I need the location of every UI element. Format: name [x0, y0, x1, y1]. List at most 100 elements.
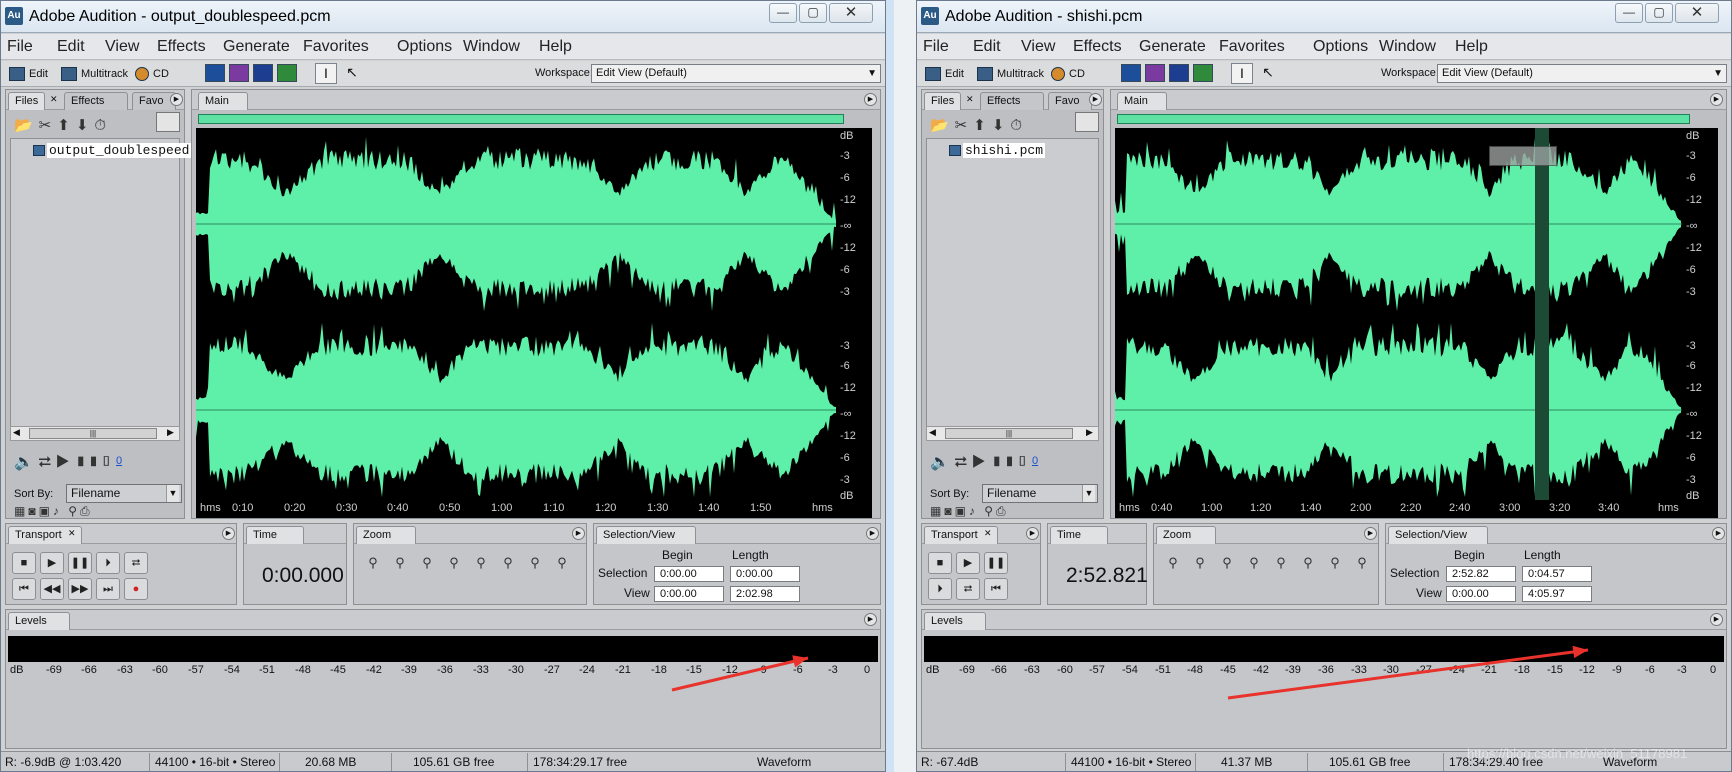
menu-effects[interactable]: Effects	[1073, 38, 1122, 56]
panel-menu-icon[interactable]: ▶	[864, 93, 877, 106]
menu-options[interactable]: Options	[1313, 38, 1368, 56]
panel-menu-icon[interactable]: ▶	[1364, 527, 1377, 540]
view-mode-2-icon[interactable]	[253, 64, 273, 82]
record-button[interactable]: ●	[124, 578, 148, 600]
tab-favorites[interactable]: Favo	[1048, 92, 1092, 110]
tab-levels[interactable]: Levels	[8, 612, 70, 630]
zoom-out-vertical-icon[interactable]: ⚲	[1351, 552, 1373, 574]
tab-zoom[interactable]: Zoom	[1156, 526, 1216, 544]
workspace-select[interactable]: Edit View (Default) ▼	[591, 64, 881, 83]
tab-effects[interactable]: Effects	[64, 92, 128, 110]
tab-main[interactable]: Main	[1117, 92, 1167, 110]
multitrack-button[interactable]: Multitrack	[977, 64, 1044, 84]
tab-effects[interactable]: Effects	[980, 92, 1044, 110]
menu-window[interactable]: Window	[463, 38, 520, 56]
files-tab-close-icon[interactable]: ✕	[966, 94, 974, 105]
view-begin-field[interactable]: 0:00.00	[1446, 586, 1516, 602]
menu-generate[interactable]: Generate	[223, 38, 290, 56]
panel-menu-icon[interactable]: ▶	[866, 527, 879, 540]
channel-left[interactable]	[1115, 136, 1682, 312]
play-button[interactable]: ▶	[956, 552, 980, 574]
tab-time[interactable]: Time	[1050, 526, 1108, 544]
file-playback-icons[interactable]: 🔈 ⮂ ▶ ▮▮▯	[930, 452, 1029, 472]
panel-menu-icon[interactable]: ▶	[864, 613, 877, 626]
zoom-full-icon[interactable]: ⚲	[416, 552, 438, 574]
view-mode-0-icon[interactable]	[1121, 64, 1141, 82]
tab-files[interactable]: Files	[924, 92, 962, 110]
selection-length-field[interactable]: 0:00.00	[730, 566, 800, 582]
tab-levels[interactable]: Levels	[924, 612, 986, 630]
file-item[interactable]: output_doublespeed.p	[47, 143, 208, 158]
waveform-channel[interactable]	[196, 136, 836, 312]
minimize-button[interactable]: —	[769, 3, 797, 23]
view-begin-field[interactable]: 0:00.00	[654, 586, 724, 602]
pause-button[interactable]: ❚❚	[68, 552, 92, 574]
menu-favorites[interactable]: Favorites	[1219, 38, 1285, 56]
zoom-in-vertical-icon[interactable]: ⚲	[524, 552, 546, 574]
filter-icon[interactable]	[156, 112, 180, 132]
view-mode-2-icon[interactable]	[1169, 64, 1189, 82]
tab-files[interactable]: Files	[8, 92, 46, 110]
tab-time[interactable]: Time	[246, 526, 304, 544]
panel-menu-icon[interactable]: ▶	[222, 527, 235, 540]
scroll-right-icon[interactable]: ▶	[1086, 427, 1093, 438]
waveform-channel[interactable]	[196, 322, 836, 498]
fast-forward-button[interactable]: ⏮	[984, 578, 1008, 600]
file-actions-icon[interactable]: 📂✂⬆⬇⏱	[14, 116, 112, 138]
scrollbar-thumb[interactable]: |||	[29, 428, 157, 439]
loop-button[interactable]: ⮂	[124, 552, 148, 574]
view-mode-3-icon[interactable]	[277, 64, 297, 82]
filter-icon[interactable]	[1075, 112, 1099, 132]
tab-selection-view[interactable]: Selection/View	[596, 526, 696, 544]
panel-menu-icon[interactable]: ▶	[1712, 527, 1725, 540]
channel-right[interactable]	[196, 322, 836, 498]
zoom-selection-icon[interactable]: ⚲	[443, 552, 465, 574]
view-length-field[interactable]: 4:05.97	[1522, 586, 1592, 602]
selection-highlight[interactable]	[1535, 128, 1549, 500]
scrollbar-thumb[interactable]: |||	[945, 428, 1073, 439]
scroll-right-icon[interactable]: ▶	[167, 427, 174, 438]
edit-view-button[interactable]: Edit	[9, 64, 48, 84]
zoom-in-icon[interactable]: ⚲	[1162, 552, 1184, 574]
cd-button[interactable]: CD	[135, 64, 169, 84]
file-filter-icons[interactable]: ▦◙▣♪ ⚲⎙	[14, 504, 93, 519]
panel-menu-icon[interactable]: ▶	[572, 527, 585, 540]
menu-file[interactable]: File	[923, 38, 949, 56]
cd-button[interactable]: CD	[1051, 64, 1085, 84]
sort-by-select[interactable]: Filename ▼	[982, 484, 1098, 503]
stop-button[interactable]: ■	[928, 552, 952, 574]
zoom-out-icon[interactable]: ⚲	[389, 552, 411, 574]
menu-help[interactable]: Help	[1455, 38, 1488, 56]
file-playback-icons[interactable]: 🔈 ⮂ ▶ ▮▮▯	[14, 452, 113, 472]
menu-window[interactable]: Window	[1379, 38, 1436, 56]
menu-view[interactable]: View	[1021, 38, 1055, 56]
tab-main[interactable]: Main	[198, 92, 248, 110]
close-button[interactable]: ✕	[1675, 3, 1719, 23]
zoom-right-icon[interactable]: ⚲	[497, 552, 519, 574]
move-tool-icon[interactable]: ↖	[341, 63, 363, 84]
overview-bar[interactable]	[1117, 114, 1690, 124]
maximize-button[interactable]: ▢	[799, 3, 827, 23]
files-tab-close-icon[interactable]: ✕	[50, 94, 58, 105]
workspace-select[interactable]: Edit View (Default) ▼	[1437, 64, 1727, 83]
zoom-left-icon[interactable]: ⚲	[470, 552, 492, 574]
scroll-left-icon[interactable]: ◀	[13, 427, 20, 438]
rewind-button[interactable]: ◀◀	[40, 578, 64, 600]
fast-forward-button[interactable]: ▶▶	[68, 578, 92, 600]
horizontal-scrollbar[interactable]: ◀ ||| ▶	[10, 426, 180, 441]
transport-close-icon[interactable]: ✕	[68, 528, 76, 539]
channel-left[interactable]	[196, 136, 836, 312]
move-tool-icon[interactable]: ↖	[1257, 63, 1279, 84]
rewind-button[interactable]: ⮂	[956, 578, 980, 600]
play-to-end-button[interactable]: ⏵	[96, 552, 120, 574]
menu-help[interactable]: Help	[539, 38, 572, 56]
panel-menu-icon[interactable]: ▶	[1710, 613, 1723, 626]
waveform-display[interactable]: dB -3 -6 -12 -∞ -12 -6 -3 -3 -6 -12 -∞ -12 -6 -3 dB	[1115, 128, 1718, 500]
transport-close-icon[interactable]: ✕	[984, 528, 992, 539]
panel-menu-icon[interactable]: ▶	[1710, 93, 1723, 106]
go-to-start-button[interactable]: ⏮	[12, 578, 36, 600]
overview-bar[interactable]	[198, 114, 844, 124]
view-mode-3-icon[interactable]	[1193, 64, 1213, 82]
time-selection-tool-icon[interactable]: I	[315, 63, 337, 84]
panel-menu-icon[interactable]: ▶	[170, 93, 183, 106]
